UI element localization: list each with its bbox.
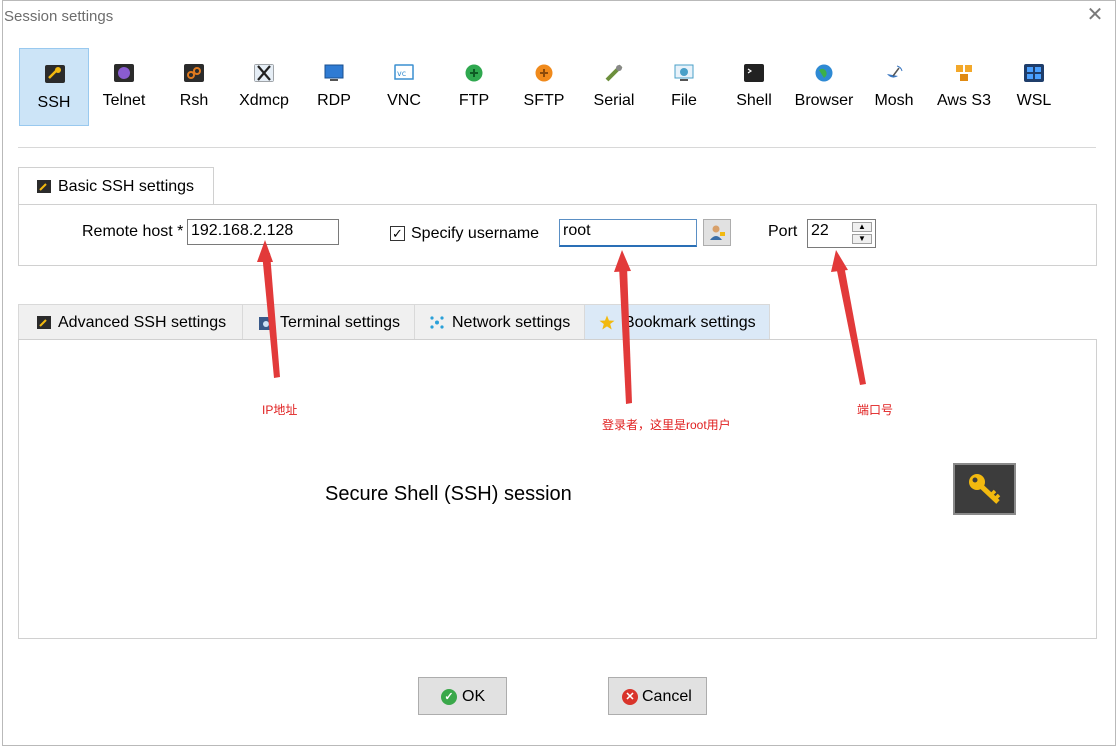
annotation-arrows — [257, 240, 866, 404]
port-annotation: 端口号 — [857, 403, 894, 417]
port-arrow-head-icon — [831, 250, 848, 272]
cancel-icon: ✕ — [622, 689, 638, 705]
user-annotation: 登录者，这里是root用户 — [602, 418, 731, 432]
ip-arrow-head-icon — [257, 240, 273, 262]
ok-button[interactable]: ✓ OK — [418, 677, 507, 715]
user-arrow-head-icon — [614, 250, 631, 272]
port-arrow-icon — [836, 265, 866, 385]
user-arrow-icon — [619, 266, 632, 404]
cancel-button[interactable]: ✕ Cancel — [608, 677, 707, 715]
ip-arrow-icon — [262, 253, 280, 378]
cancel-label: Cancel — [642, 688, 692, 705]
check-icon: ✓ — [441, 689, 457, 705]
ip-annotation: IP地址 — [262, 403, 298, 417]
ok-label: OK — [462, 688, 486, 705]
